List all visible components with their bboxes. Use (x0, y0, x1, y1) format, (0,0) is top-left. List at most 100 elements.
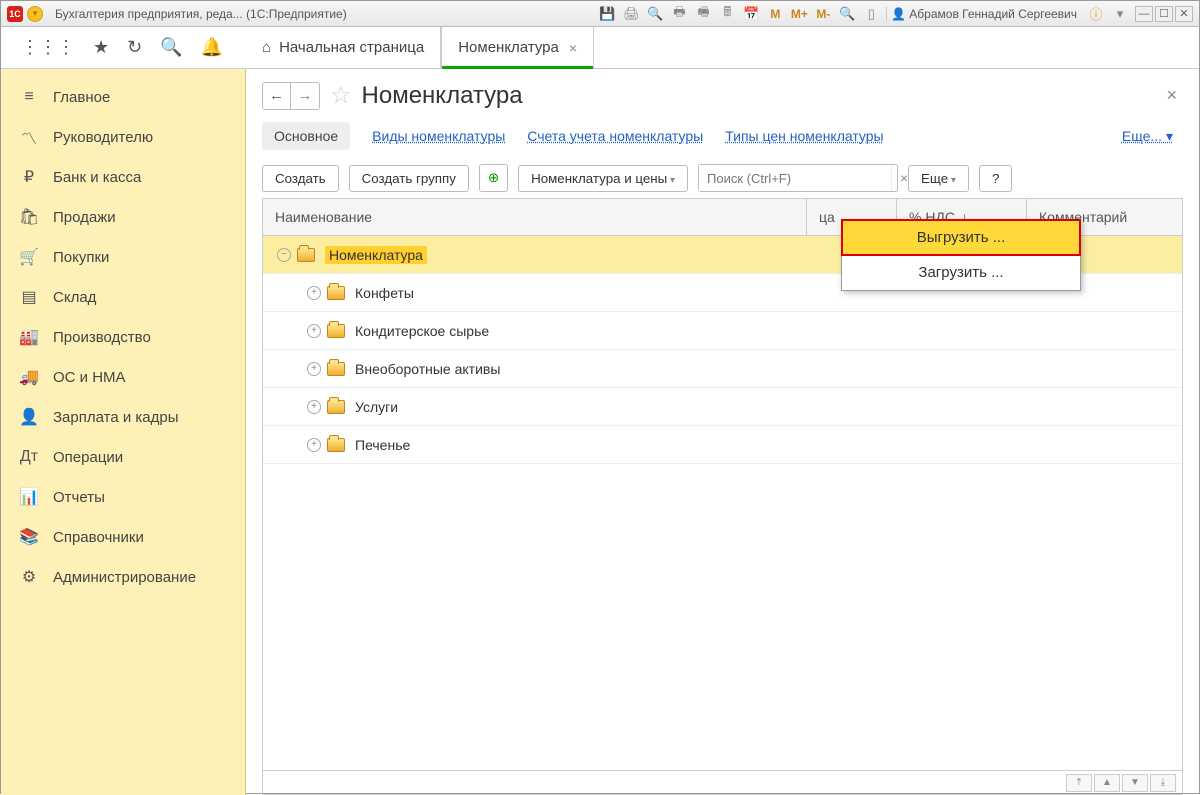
info-icon[interactable]: ⓘ (1087, 5, 1105, 23)
expander-icon[interactable]: + (307, 438, 321, 452)
tab-home[interactable]: ⌂ Начальная страница (246, 27, 441, 68)
panel-icon[interactable]: ▯ (862, 5, 880, 23)
sidebar-item-0[interactable]: ≡Главное (1, 77, 245, 117)
expander-icon[interactable]: + (307, 286, 321, 300)
star-icon[interactable]: ★ (93, 37, 109, 58)
table-row[interactable]: + Печенье (263, 426, 1182, 464)
sidebar-item-5[interactable]: ▤Склад (1, 277, 245, 317)
home-icon: ⌂ (262, 39, 271, 56)
sidebar-item-3[interactable]: 🛍Продажи (1, 197, 245, 237)
table-nav-strip: ⤒ ▲ ▼ ⤓ (263, 770, 1182, 794)
link-accounts[interactable]: Счета учета номенклатуры (527, 128, 703, 144)
dropdown-arrow-icon[interactable]: ▾ (27, 6, 43, 22)
sidebar-item-10[interactable]: 📊Отчеты (1, 477, 245, 517)
expander-icon[interactable]: + (307, 362, 321, 376)
chart-icon: 〽 (19, 127, 39, 147)
nav-down-icon[interactable]: ▼ (1122, 774, 1148, 792)
page-title: Номенклатура (362, 82, 523, 110)
cart-icon: 🛒 (19, 247, 39, 267)
nav-back-forward: ← → (262, 82, 320, 110)
menu-export[interactable]: Выгрузить ... (842, 220, 1080, 255)
sidebar-item-label: ОС и НМА (53, 369, 126, 386)
sidebar-item-1[interactable]: 〽 Руководителю (1, 117, 245, 157)
nav-bottom-icon[interactable]: ⤓ (1150, 774, 1176, 792)
preview-icon[interactable]: 🔍 (646, 5, 664, 23)
content: ← → ☆ Номенклатура × Основное Виды номен… (246, 69, 1199, 795)
sidebar-item-11[interactable]: 📚Справочники (1, 517, 245, 557)
print2-icon[interactable]: 🖶 (670, 5, 688, 23)
sidebar-item-6[interactable]: 🏭Производство (1, 317, 245, 357)
close-window-button[interactable]: ✕ (1175, 6, 1193, 22)
sidebar-item-2[interactable]: ₽Банк и касса (1, 157, 245, 197)
row-label: Печенье (355, 437, 410, 453)
maximize-button[interactable]: ☐ (1155, 6, 1173, 22)
expander-icon[interactable]: + (307, 324, 321, 338)
favorite-star-icon[interactable]: ☆ (330, 81, 352, 110)
link-price-types[interactable]: Типы цен номенклатуры (725, 128, 883, 144)
sidebar-item-label: Отчеты (53, 489, 105, 506)
sidebar-item-label: Руководителю (53, 129, 153, 146)
add-green-button[interactable]: ⊕ (479, 164, 508, 192)
history-icon[interactable]: ↻ (127, 37, 142, 58)
titlebar: 1C ▾ Бухгалтерия предприятия, реда... (1… (1, 1, 1199, 27)
m-button[interactable]: M (766, 5, 784, 23)
tab-close-icon[interactable]: × (569, 40, 577, 56)
link-main[interactable]: Основное (262, 122, 350, 150)
link-types[interactable]: Виды номенклатуры (372, 128, 505, 144)
sidebar-item-4[interactable]: 🛒 Покупки (1, 237, 245, 277)
menu-import[interactable]: Загрузить ... (842, 255, 1080, 290)
nav-forward-button[interactable]: → (291, 83, 319, 109)
sidebar-item-label: Покупки (53, 249, 109, 266)
search-box: × (698, 164, 898, 192)
sidebar-item-8[interactable]: 👤Зарплата и кадры (1, 397, 245, 437)
row-label: Услуги (355, 399, 398, 415)
m-minus-button[interactable]: M- (814, 5, 832, 23)
prices-dropdown-button[interactable]: Номенклатура и цены (518, 165, 688, 192)
sidebar-item-label: Операции (53, 449, 123, 466)
user-badge[interactable]: 👤 Абрамов Геннадий Сергеевич (886, 7, 1081, 21)
create-button[interactable]: Создать (262, 165, 339, 192)
tab-home-label: Начальная страница (279, 39, 424, 56)
sidebar-item-12[interactable]: ⚙Администрирование (1, 557, 245, 597)
search-input[interactable] (699, 165, 891, 191)
sidebar-item-9[interactable]: Дт Операции (1, 437, 245, 477)
nav-back-button[interactable]: ← (263, 83, 291, 109)
nav-top-icon[interactable]: ⤒ (1066, 774, 1092, 792)
sidebar-item-label: Зарплата и кадры (53, 409, 179, 426)
minimize-button[interactable]: — (1135, 6, 1153, 22)
expander-icon[interactable]: + (307, 400, 321, 414)
more-button[interactable]: Еще (908, 165, 969, 192)
apps-icon[interactable]: ⋮⋮⋮ (21, 37, 75, 58)
m-plus-button[interactable]: M+ (790, 5, 808, 23)
calendar-icon[interactable]: 📅 (742, 5, 760, 23)
table-row[interactable]: + Услуги (263, 388, 1182, 426)
close-page-button[interactable]: × (1166, 85, 1183, 106)
ledger-icon: Дт (19, 447, 39, 467)
print-icon[interactable]: 🖨 (622, 5, 640, 23)
sidebar-item-7[interactable]: 🚚 ОС и НМА (1, 357, 245, 397)
bell-icon[interactable]: 🔔 (201, 37, 223, 58)
folder-icon (327, 286, 345, 300)
col-name[interactable]: Наименование (263, 199, 807, 235)
row-label: Кондитерское сырье (355, 323, 489, 339)
nav-up-icon[interactable]: ▲ (1094, 774, 1120, 792)
folder-icon (297, 248, 315, 262)
help-button[interactable]: ? (979, 165, 1012, 192)
zoom-icon[interactable]: 🔍 (838, 5, 856, 23)
user-name: Абрамов Геннадий Сергеевич (909, 7, 1077, 21)
print3-icon[interactable]: 🖷 (694, 5, 712, 23)
expander-icon[interactable]: − (277, 248, 291, 262)
tab-nomenclature-label: Номенклатура (458, 39, 559, 56)
link-more[interactable]: Еще... ▾ (1122, 128, 1183, 145)
calc-icon[interactable]: 🖩 (718, 5, 736, 23)
table-row[interactable]: + Кондитерское сырье (263, 312, 1182, 350)
save-icon[interactable]: 💾 (598, 5, 616, 23)
search-icon[interactable]: 🔍 (160, 37, 182, 58)
ruble-icon: ₽ (19, 167, 39, 187)
truck-icon: 🚚 (19, 367, 39, 387)
create-group-button[interactable]: Создать группу (349, 165, 469, 192)
table-row[interactable]: +Внеоборотные активы (263, 350, 1182, 388)
tab-nomenclature[interactable]: Номенклатура × (441, 27, 594, 68)
dd-icon[interactable]: ▾ (1111, 5, 1129, 23)
sidebar-item-label: Справочники (53, 529, 144, 546)
